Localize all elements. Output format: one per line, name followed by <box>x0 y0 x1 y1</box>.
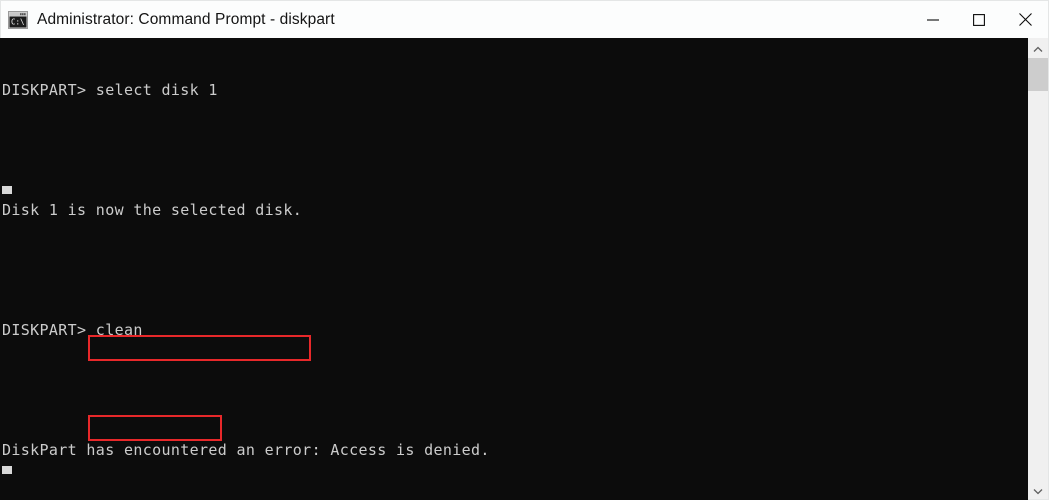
chevron-up-icon <box>1033 38 1043 57</box>
console-cursor-block <box>2 186 12 194</box>
scroll-track[interactable] <box>1028 91 1048 480</box>
window-title: Administrator: Command Prompt - diskpart <box>37 10 335 28</box>
svg-text:C:\: C:\ <box>11 17 25 26</box>
console-cursor-block <box>2 466 12 474</box>
chevron-down-icon <box>1033 480 1043 499</box>
title-bar[interactable]: C:\ Administrator: Command Prompt - disk… <box>0 0 1049 38</box>
console-line: Disk 1 is now the selected disk. <box>2 201 303 219</box>
minimize-icon <box>927 14 939 26</box>
scroll-up-button[interactable] <box>1028 38 1048 57</box>
vertical-scrollbar[interactable] <box>1028 38 1049 500</box>
console-line: DISKPART> clean <box>2 321 143 339</box>
close-icon <box>1018 13 1032 26</box>
command-prompt-window: C:\ Administrator: Command Prompt - disk… <box>0 0 1049 500</box>
terminal-output-area[interactable]: DISKPART> select disk 1 Disk 1 is now th… <box>0 38 1028 500</box>
scroll-thumb[interactable] <box>1028 58 1048 91</box>
scroll-down-button[interactable] <box>1028 480 1048 499</box>
console-line: DISKPART> select disk 1 <box>2 81 218 99</box>
console-line-error: DiskPart has encountered an error: Acces… <box>2 441 490 459</box>
close-button[interactable] <box>1002 1 1048 38</box>
maximize-icon <box>973 13 985 26</box>
command-prompt-icon: C:\ <box>8 10 28 29</box>
minimize-button[interactable] <box>910 1 956 38</box>
maximize-button[interactable] <box>956 1 1002 38</box>
console-scrollback: DISKPART> select disk 1 Disk 1 is now th… <box>2 40 1022 500</box>
